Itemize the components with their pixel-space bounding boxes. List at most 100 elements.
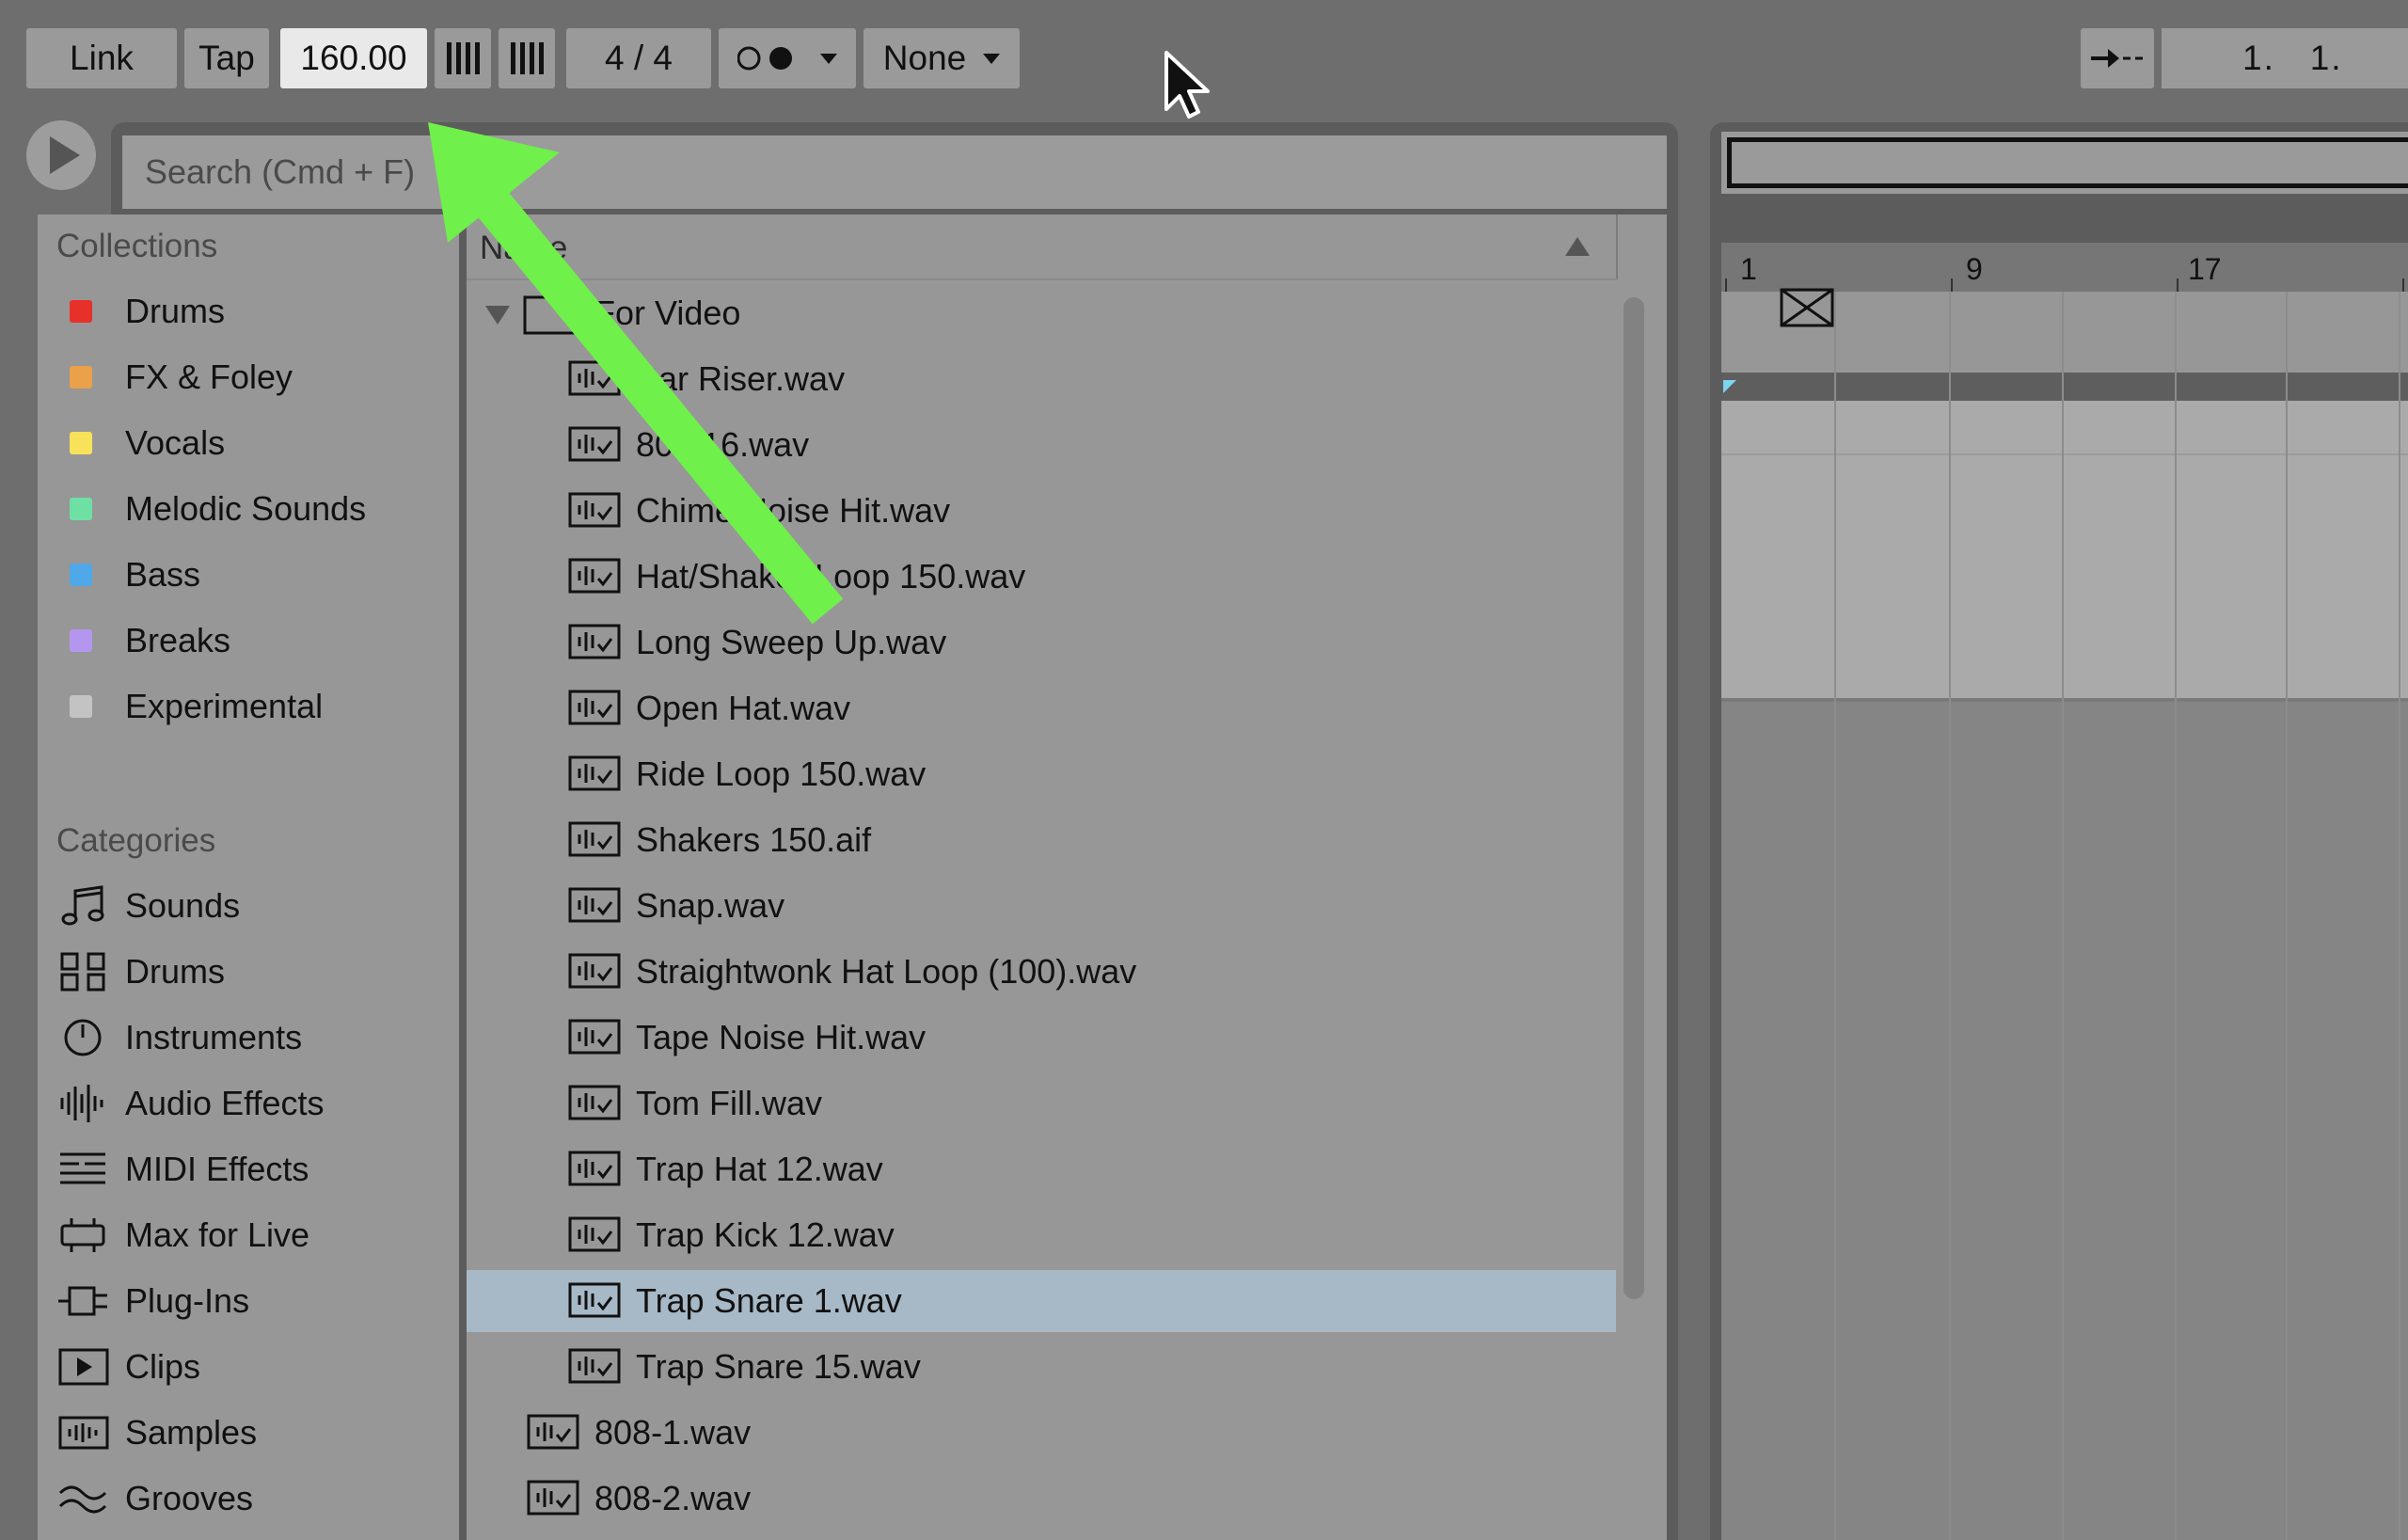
- file-row-808-16-wav[interactable]: 808 16.wav: [467, 414, 1616, 476]
- drum-grid-icon: [60, 952, 105, 992]
- midi-lines-icon: [60, 1152, 105, 1184]
- collection-label: Drums: [125, 292, 225, 330]
- file-label: Trap Kick 12.wav: [636, 1215, 895, 1254]
- nudge-down-icon: [446, 42, 480, 74]
- category-samples[interactable]: Samples: [38, 1400, 459, 1466]
- ruler-label: 1: [1740, 252, 1757, 286]
- collection-vocals[interactable]: Vocals: [38, 410, 459, 476]
- file-label: Hat/Shaker Loop 150.wav: [636, 557, 1026, 595]
- audio-file-icon: [568, 1085, 621, 1120]
- color-swatch: [70, 432, 92, 454]
- file-row-808-1-wav[interactable]: 808-1.wav: [467, 1402, 1616, 1464]
- file-row-snap-wav[interactable]: Snap.wav: [467, 875, 1616, 937]
- waveform-icon: [60, 1085, 103, 1122]
- collection-drums[interactable]: Drums: [38, 278, 459, 344]
- loop-start-marker[interactable]: [1723, 380, 1736, 393]
- category-grooves[interactable]: Grooves: [38, 1466, 459, 1532]
- file-row-straightwonk-hat-loop-100-wav[interactable]: Straightwonk Hat Loop (100).wav: [467, 941, 1616, 1003]
- plug-icon: [58, 1286, 107, 1316]
- collection-experimental[interactable]: Experimental: [38, 674, 459, 739]
- file-row-shakers-150-aif[interactable]: Shakers 150.aif: [467, 809, 1616, 871]
- arrangement-track-lower[interactable]: [1721, 702, 2408, 1540]
- ruler-tick: [2402, 278, 2404, 292]
- folder-row-for-video[interactable]: For Video: [467, 282, 1616, 344]
- collection-label: Experimental: [125, 687, 324, 725]
- collection-label: Vocals: [125, 423, 226, 462]
- empty-clip-icon[interactable]: [1780, 288, 1834, 327]
- category-drums[interactable]: Drums: [38, 939, 459, 1005]
- chevron-down-icon: [820, 53, 837, 64]
- collection-breaks[interactable]: Breaks: [38, 608, 459, 674]
- metronome-icon: [737, 46, 792, 71]
- category-sounds[interactable]: Sounds: [38, 873, 459, 939]
- file-row-tom-fill-wav[interactable]: Tom Fill.wav: [467, 1072, 1616, 1135]
- file-list-scrollbar[interactable]: [1624, 297, 1644, 1299]
- time-signature-value: 4 / 4: [605, 39, 673, 77]
- file-row-open-hat-wav[interactable]: Open Hat.wav: [467, 677, 1616, 739]
- category-label: Samples: [125, 1413, 258, 1452]
- audio-file-icon: [568, 1019, 621, 1055]
- file-row-trap-snare-15-wav[interactable]: Trap Snare 15.wav: [467, 1336, 1616, 1398]
- category-plug-ins[interactable]: Plug-Ins: [38, 1268, 459, 1334]
- arrangement-track-selected[interactable]: [1721, 401, 2408, 698]
- categories-title: Categories: [56, 822, 216, 859]
- category-label: Max for Live: [125, 1215, 310, 1254]
- name-column-header[interactable]: Name: [467, 214, 1618, 280]
- color-swatch: [70, 695, 92, 718]
- metronome-button[interactable]: [719, 28, 856, 88]
- file-row-trap-kick-12-wav[interactable]: Trap Kick 12.wav: [467, 1204, 1616, 1266]
- sample-icon: [58, 1416, 109, 1450]
- link-button[interactable]: Link: [26, 28, 177, 88]
- collection-melodic-sounds[interactable]: Melodic Sounds: [38, 476, 459, 542]
- file-row-hat-shaker-loop-150-wav[interactable]: Hat/Shaker Loop 150.wav: [467, 546, 1616, 608]
- category-instruments[interactable]: Instruments: [38, 1005, 459, 1071]
- audio-file-icon: [568, 426, 621, 462]
- preview-play-button[interactable]: [26, 120, 96, 190]
- file-row-tape-noise-hit-wav[interactable]: Tape Noise Hit.wav: [467, 1007, 1616, 1069]
- collection-bass[interactable]: Bass: [38, 542, 459, 608]
- collection-label: Melodic Sounds: [125, 489, 367, 528]
- arrangement-overview[interactable]: [1721, 132, 2408, 194]
- arrangement-position-field[interactable]: 1. 1.: [2162, 28, 2408, 88]
- quantize-select[interactable]: None: [863, 28, 1020, 88]
- tempo-nudge-up-button[interactable]: [499, 28, 555, 88]
- category-max-for-live[interactable]: Max for Live: [38, 1202, 459, 1268]
- collection-fx-foley[interactable]: FX & Foley: [38, 344, 459, 410]
- category-midi-effects[interactable]: MIDI Effects: [38, 1136, 459, 1202]
- file-row-bar-riser-wav[interactable]: Bar Riser.wav: [467, 348, 1616, 410]
- file-row-chime-noise-hit-wav[interactable]: Chime Noise Hit.wav: [467, 480, 1616, 542]
- category-label: Drums: [125, 952, 225, 991]
- audio-file-icon: [568, 1216, 621, 1252]
- tap-button[interactable]: Tap: [184, 28, 269, 88]
- disclosure-triangle-icon[interactable]: [483, 304, 512, 326]
- file-row-ride-loop-150-wav[interactable]: Ride Loop 150.wav: [467, 743, 1616, 805]
- time-signature-field[interactable]: 4 / 4: [566, 28, 711, 88]
- follow-button[interactable]: [2081, 28, 2154, 88]
- collection-label: FX & Foley: [125, 357, 293, 396]
- color-swatch: [70, 366, 92, 389]
- audio-file-icon: [568, 821, 621, 857]
- audio-file-icon: [527, 1414, 579, 1450]
- file-row-trap-snare-1-wav[interactable]: Trap Snare 1.wav: [467, 1270, 1616, 1332]
- category-label: Instruments: [125, 1018, 303, 1056]
- collections-title: Collections: [56, 228, 218, 264]
- file-label: Trap Snare 1.wav: [636, 1281, 902, 1320]
- audio-file-icon: [568, 755, 621, 791]
- category-clips[interactable]: Clips: [38, 1334, 459, 1400]
- browser-file-list: Name For Video Bar Riser.wav 808 16.wav Chi…: [467, 214, 1667, 1540]
- loop-bar[interactable]: [1721, 373, 2408, 401]
- file-label: Straightwonk Hat Loop (100).wav: [636, 952, 1137, 991]
- tempo-field[interactable]: 160.00: [280, 28, 427, 88]
- overview-viewport[interactable]: [1727, 137, 2408, 188]
- tempo-nudge-down-button[interactable]: [435, 28, 491, 88]
- beat-ruler[interactable]: 1 9 17: [1721, 243, 2408, 292]
- browser-sidebar: Collections Drums FX & Foley Vocals Melo…: [38, 214, 459, 1540]
- file-label: 808-2.wav: [594, 1479, 752, 1517]
- category-label: Plug-Ins: [125, 1281, 250, 1320]
- file-row-808-2-wav[interactable]: 808-2.wav: [467, 1468, 1616, 1530]
- category-label: Clips: [125, 1347, 201, 1386]
- search-input[interactable]: [122, 135, 1667, 209]
- category-audio-effects[interactable]: Audio Effects: [38, 1071, 459, 1136]
- file-row-trap-hat-12-wav[interactable]: Trap Hat 12.wav: [467, 1138, 1616, 1200]
- file-row-long-sweep-up-wav[interactable]: Long Sweep Up.wav: [467, 611, 1616, 674]
